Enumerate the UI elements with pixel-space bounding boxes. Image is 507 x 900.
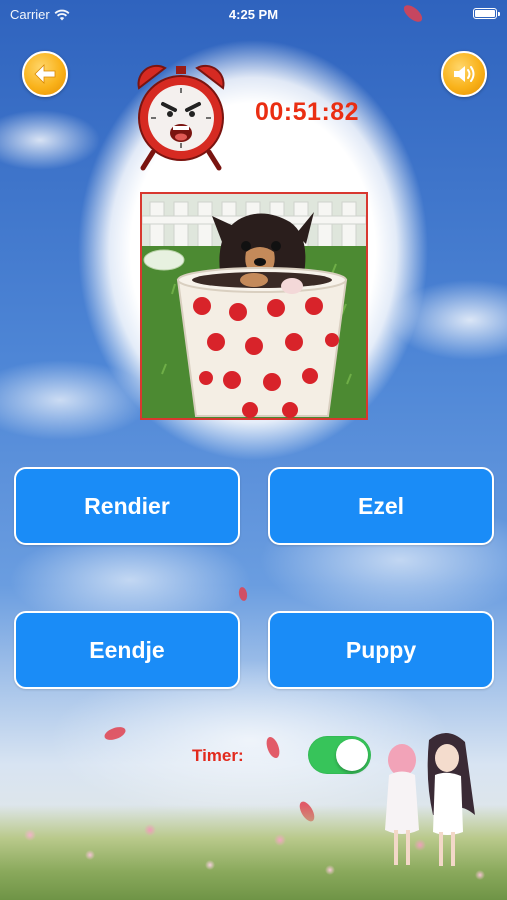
- timer-toggle-label: Timer:: [192, 746, 244, 765]
- answer-button-4[interactable]: Puppy: [268, 611, 494, 689]
- timer-toggle-switch[interactable]: [308, 736, 371, 774]
- angry-alarm-clock-icon: [137, 64, 225, 171]
- countdown-timer: 00:51:82: [255, 98, 360, 126]
- status-bar: Carrier 4:25 PM: [0, 0, 507, 28]
- status-time: 4:25 PM: [228, 7, 279, 22]
- answer-button-1[interactable]: Rendier: [14, 467, 240, 545]
- arrow-left-icon: [34, 64, 56, 84]
- back-button[interactable]: [22, 51, 68, 97]
- sound-button[interactable]: [441, 51, 487, 97]
- anime-girls-illustration: [385, 732, 475, 866]
- battery-icon: [473, 8, 500, 19]
- speaker-volume-icon: [454, 66, 475, 82]
- toggle-knob: [336, 739, 368, 771]
- answer-button-2[interactable]: Ezel: [268, 467, 494, 545]
- answer-button-3[interactable]: Eendje: [14, 611, 240, 689]
- puppy-in-polka-dot-cup-image: [142, 194, 366, 418]
- question-image: [140, 192, 368, 420]
